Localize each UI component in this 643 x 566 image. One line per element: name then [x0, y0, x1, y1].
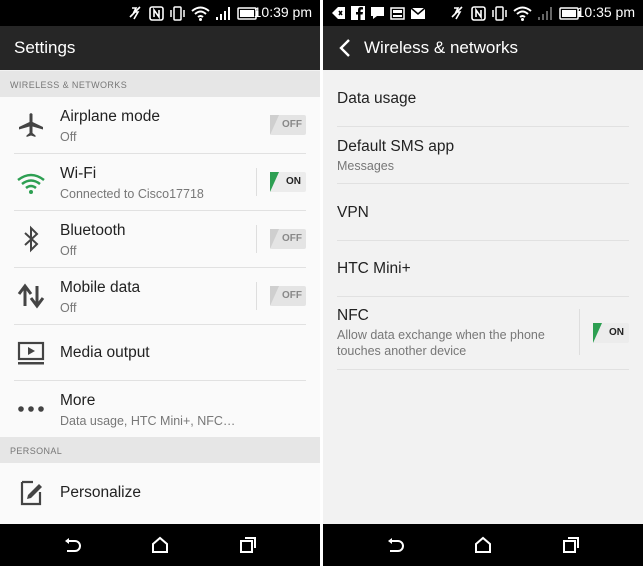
nfc-icon [149, 5, 164, 21]
nfc-toggle[interactable]: ON [593, 323, 629, 343]
bluetooth-icon [24, 225, 39, 253]
status-time: 10:35 pm [576, 4, 635, 20]
sync-off-icon [129, 6, 141, 20]
back-arrow-icon[interactable] [335, 36, 357, 60]
status-bar: 10:35 pm [323, 0, 643, 26]
settings-item-personalize[interactable]: Personalize [0, 463, 320, 524]
page-title: Wireless & networks [364, 38, 518, 57]
item-title: HTC Mini+ [337, 260, 411, 277]
app-bar: Settings [0, 26, 320, 70]
toggle-label: ON [609, 327, 624, 338]
item-title: Mobile data [60, 279, 141, 296]
app-bar: Wireless & networks [323, 26, 643, 70]
sync-off-icon [451, 6, 463, 20]
nav-bar [0, 524, 320, 566]
wifi-icon [17, 173, 45, 194]
item-subtitle: Off [60, 301, 77, 315]
more-icon [18, 406, 44, 412]
personalize-icon [20, 480, 42, 506]
airplane-icon [19, 113, 43, 137]
nav-bar [323, 524, 643, 566]
toggle-label: OFF [282, 290, 302, 301]
back-icon[interactable] [385, 535, 405, 555]
item-vpn[interactable]: VPN [323, 184, 643, 241]
toggle-label: ON [286, 176, 301, 187]
wifi-status-icon [191, 6, 210, 21]
home-icon[interactable] [150, 535, 170, 555]
section-header-label: PERSONAL [10, 446, 63, 456]
item-subtitle-line2: touches another device [337, 344, 467, 358]
email-icon [410, 6, 426, 19]
item-subtitle: Data usage, HTC Mini+, NFC… [60, 414, 236, 428]
section-header-wireless: WIRELESS & NETWORKS [0, 71, 320, 97]
image-icon [390, 6, 405, 20]
home-icon[interactable] [473, 535, 493, 555]
status-bar: 10:39 pm [0, 0, 320, 26]
back-notification-icon [332, 7, 345, 19]
settings-item-bluetooth[interactable]: Bluetooth Off OFF [0, 211, 320, 268]
item-title: Data usage [337, 90, 417, 107]
item-title: NFC [337, 307, 369, 324]
settings-item-more[interactable]: More Data usage, HTC Mini+, NFC… [0, 381, 320, 437]
nfc-icon [471, 5, 486, 21]
item-title: Wi-Fi [60, 165, 97, 182]
item-data-usage[interactable]: Data usage [323, 70, 643, 127]
item-subtitle: Off [60, 130, 77, 144]
recent-apps-icon[interactable] [238, 535, 258, 555]
item-subtitle: Messages [337, 159, 394, 173]
wifi-toggle[interactable]: ON [270, 172, 306, 192]
signal-icon [216, 6, 230, 20]
section-header-personal: PERSONAL [0, 437, 320, 463]
settings-item-airplane-mode[interactable]: Airplane mode Off OFF [0, 97, 320, 154]
settings-item-wifi[interactable]: Wi-Fi Connected to Cisco17718 ON [0, 154, 320, 211]
item-title: More [60, 392, 96, 409]
item-htc-mini-plus[interactable]: HTC Mini+ [323, 241, 643, 297]
signal-icon [538, 6, 552, 20]
mobile-data-icon [17, 283, 45, 309]
wifi-status-icon [513, 6, 532, 21]
page-title: Settings [14, 38, 76, 57]
item-subtitle: Off [60, 244, 77, 258]
bluetooth-toggle[interactable]: OFF [270, 229, 306, 249]
item-title: Personalize [60, 484, 141, 501]
chat-icon [371, 7, 384, 19]
settings-item-media-output[interactable]: Media output [0, 325, 320, 381]
back-icon[interactable] [62, 535, 82, 555]
settings-item-mobile-data[interactable]: Mobile data Off OFF [0, 268, 320, 325]
item-title: Bluetooth [60, 222, 126, 239]
airplane-mode-toggle[interactable]: OFF [270, 115, 306, 135]
toggle-label: OFF [282, 119, 302, 130]
toggle-label: OFF [282, 233, 302, 244]
item-subtitle: Allow data exchange when the phone [337, 328, 545, 342]
wireless-networks-screen: 10:35 pm Wireless & networks Data usage … [323, 0, 643, 566]
section-header-label: WIRELESS & NETWORKS [10, 80, 128, 90]
vibrate-icon [170, 5, 185, 21]
mobile-data-toggle[interactable]: OFF [270, 286, 306, 306]
item-title: Default SMS app [337, 138, 455, 155]
item-title: Media output [60, 344, 150, 361]
item-title: Airplane mode [60, 108, 160, 125]
item-default-sms-app[interactable]: Default SMS app Messages [323, 127, 643, 184]
facebook-icon [351, 6, 365, 20]
item-title: VPN [337, 204, 369, 221]
settings-screen: 10:39 pm Settings WIRELESS & NETWORKS Ai… [0, 0, 320, 566]
item-subtitle: Connected to Cisco17718 [60, 187, 204, 201]
item-nfc[interactable]: NFC Allow data exchange when the phone t… [323, 297, 643, 370]
vibrate-icon [492, 5, 507, 21]
recent-apps-icon[interactable] [561, 535, 581, 555]
media-output-icon [17, 341, 45, 365]
status-time: 10:39 pm [253, 4, 312, 20]
